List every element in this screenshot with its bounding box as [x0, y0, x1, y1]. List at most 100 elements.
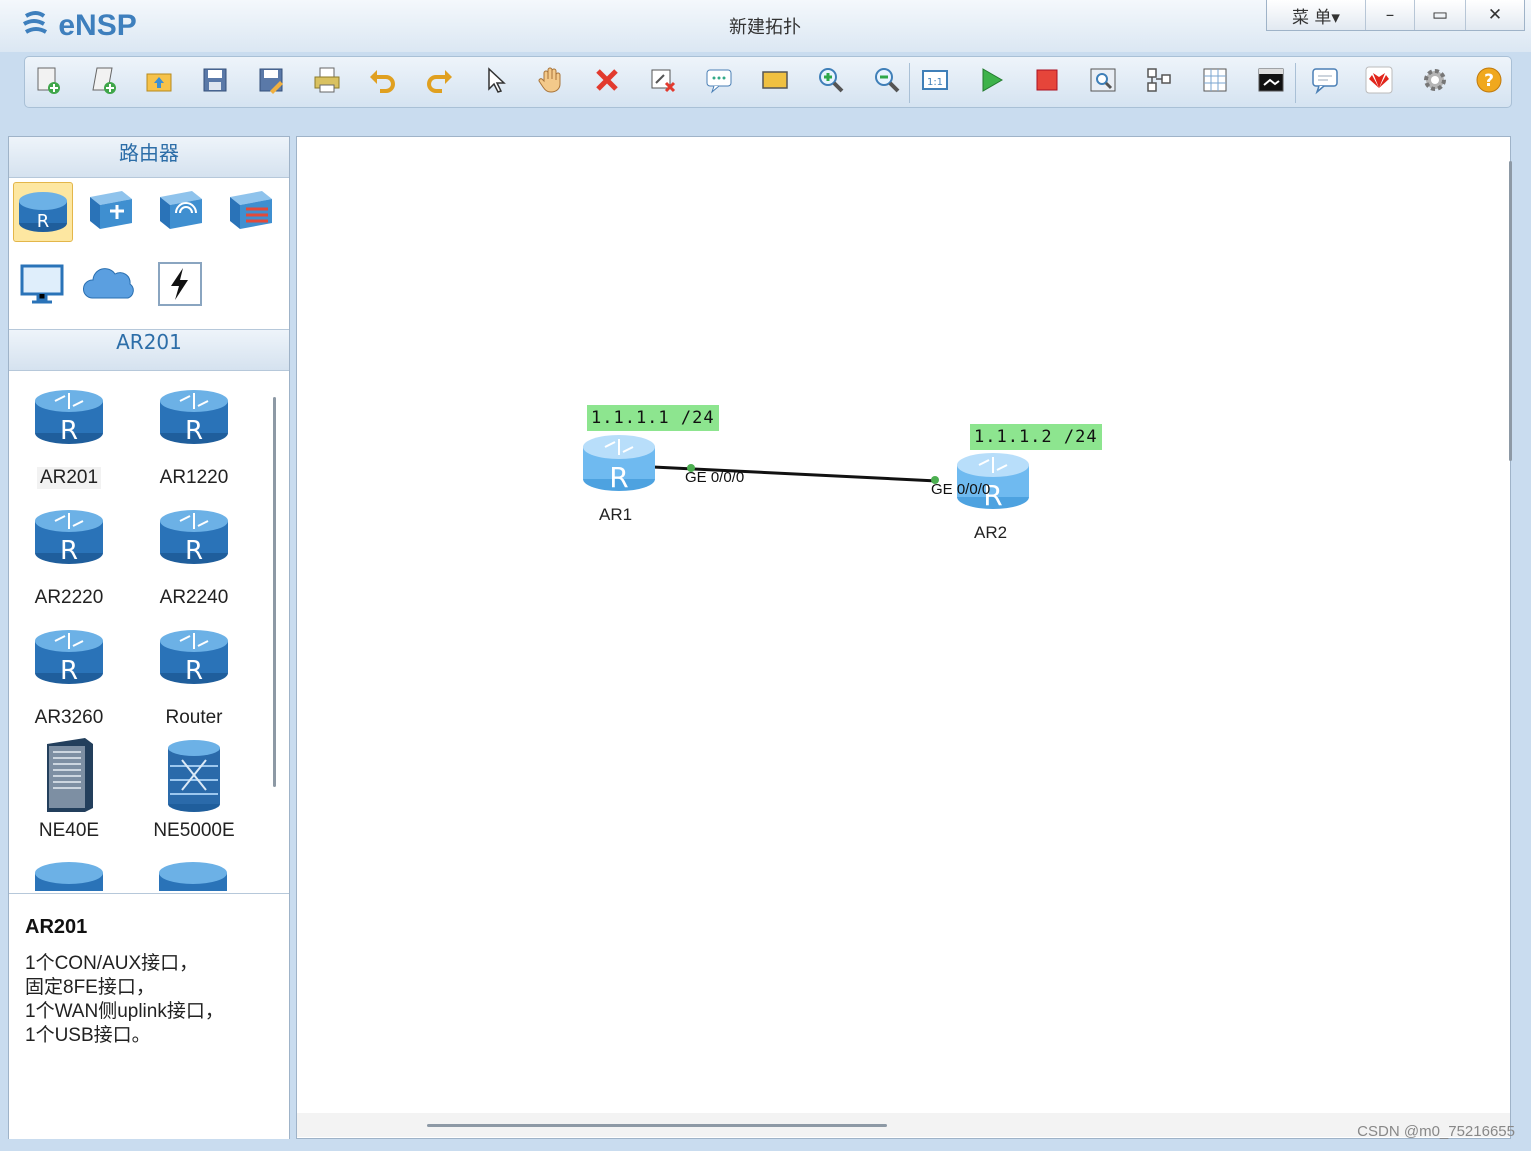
- svg-text:R: R: [185, 536, 203, 566]
- svg-text:1:1: 1:1: [927, 77, 943, 88]
- pc-category-button[interactable]: [13, 257, 71, 315]
- device-ar2240[interactable]: R AR2240: [134, 503, 254, 621]
- delete-button[interactable]: [591, 67, 623, 97]
- print-icon: [312, 65, 342, 99]
- fit-view-button[interactable]: 1:1: [919, 67, 951, 97]
- svg-text:R: R: [60, 536, 78, 566]
- save-button[interactable]: [199, 67, 231, 97]
- menu-button[interactable]: 菜 单▾: [1267, 0, 1365, 30]
- stop-device-icon: [1032, 65, 1062, 99]
- device-ar2220[interactable]: R AR2220: [9, 503, 129, 621]
- help-button[interactable]: ?: [1473, 67, 1505, 97]
- device-ar1220[interactable]: R AR1220: [134, 383, 254, 501]
- device-list-scrollbar[interactable]: [273, 397, 276, 787]
- undo-button[interactable]: [367, 67, 399, 97]
- cable-category-button[interactable]: [151, 257, 209, 315]
- device-ne40e[interactable]: NE40E: [9, 736, 129, 854]
- model-title: AR201: [9, 329, 289, 371]
- new-example-icon: [88, 65, 118, 99]
- rectangle-button[interactable]: [759, 67, 791, 97]
- new-topology-icon: [32, 65, 62, 99]
- save-as-button[interactable]: [255, 67, 287, 97]
- settings-button[interactable]: [1419, 67, 1451, 97]
- device-label: NE40E: [38, 820, 100, 841]
- port-label-ar1: GE 0/0/0: [685, 469, 745, 486]
- close-button[interactable]: ✕: [1465, 0, 1524, 30]
- device-partial[interactable]: [157, 855, 229, 891]
- window-controls: 菜 单▾ – ▭ ✕: [1266, 0, 1525, 31]
- router-node-ar2[interactable]: R: [955, 447, 1035, 513]
- firewall-category-button[interactable]: [221, 182, 279, 240]
- huawei-logo-icon: [1364, 65, 1394, 99]
- text-annotation-button[interactable]: [703, 67, 735, 97]
- device-ar201[interactable]: R AR201: [9, 383, 129, 501]
- capture-button[interactable]: [1087, 67, 1119, 97]
- minimize-button[interactable]: –: [1365, 0, 1414, 30]
- device-label: AR2240: [159, 587, 229, 608]
- device-info-panel: AR201 1个CON/AUX接口， 固定8FE接口， 1个WAN侧uplink…: [9, 893, 289, 1139]
- device-ar3260[interactable]: R AR3260: [9, 623, 129, 741]
- cloud-category-button[interactable]: [81, 257, 139, 315]
- switch-category-icon: [84, 185, 136, 237]
- toolbar-separator: [1295, 63, 1296, 103]
- stop-device-button[interactable]: [1031, 67, 1063, 97]
- redo-button[interactable]: [423, 67, 455, 97]
- svg-text:R: R: [60, 656, 78, 686]
- router-category-button[interactable]: R: [13, 182, 73, 242]
- save-as-icon: [256, 65, 286, 99]
- cli-terminal-button[interactable]: [1255, 67, 1287, 97]
- device-router[interactable]: R Router: [134, 623, 254, 741]
- device-panel: 路由器 R AR201 R AR201 R AR1220 R AR2220 R …: [8, 136, 290, 1139]
- router-icon: R: [955, 453, 1031, 517]
- open-button[interactable]: [143, 67, 175, 97]
- fit-view-icon: 1:1: [920, 65, 950, 99]
- svg-text:R: R: [37, 211, 50, 232]
- wlan-category-icon: [154, 185, 206, 237]
- horizontal-scrollbar[interactable]: [427, 1124, 887, 1127]
- device-info-title: AR201: [25, 916, 88, 938]
- new-example-button[interactable]: [87, 67, 119, 97]
- help-icon: ?: [1474, 65, 1504, 99]
- maximize-button[interactable]: ▭: [1414, 0, 1465, 30]
- rectangle-icon: [760, 65, 790, 99]
- start-device-button[interactable]: [975, 67, 1007, 97]
- huawei-button[interactable]: [1363, 65, 1395, 99]
- new-topology-button[interactable]: [31, 67, 63, 97]
- port-label-ar2: GE 0/0/0: [931, 481, 991, 498]
- grid-button[interactable]: [1199, 67, 1231, 97]
- save-icon: [200, 65, 230, 99]
- pan-button[interactable]: [535, 67, 567, 97]
- chat-button[interactable]: [1309, 67, 1341, 97]
- delete-icon: [592, 65, 622, 99]
- delete-links-icon: [648, 65, 678, 99]
- zoom-in-button[interactable]: [815, 67, 847, 97]
- switch-category-button[interactable]: [81, 182, 139, 240]
- watermark: CSDN @m0_75216655: [1357, 1123, 1515, 1140]
- device-info-line: 1个USB接口。: [25, 1025, 151, 1046]
- device-partial[interactable]: [33, 855, 105, 891]
- topology-canvas[interactable]: 1.1.1.1 /24 R AR1 GE 0/0/0 1.1.1.2 /24 R…: [296, 136, 1512, 1139]
- print-button[interactable]: [311, 67, 343, 97]
- start-device-icon: [976, 65, 1006, 99]
- device-ne5000e[interactable]: NE5000E: [134, 736, 254, 854]
- delete-links-button[interactable]: [647, 67, 679, 97]
- zoom-out-button[interactable]: [871, 67, 903, 97]
- device-label: AR3260: [34, 707, 104, 728]
- cli-terminal-icon: [1256, 65, 1286, 99]
- device-label: Router: [165, 707, 223, 728]
- router-icon: R: [581, 435, 657, 499]
- category-title: 路由器: [9, 137, 289, 178]
- topology-button[interactable]: [1143, 67, 1175, 97]
- zoom-out-icon: [872, 65, 902, 99]
- svg-text:?: ?: [1484, 71, 1494, 91]
- device-label: AR201: [37, 467, 101, 489]
- redo-icon: [424, 65, 454, 99]
- undo-icon: [368, 65, 398, 99]
- ip-label-ar1[interactable]: 1.1.1.1 /24: [587, 405, 719, 431]
- toolbar-separator: [909, 63, 910, 103]
- wlan-category-button[interactable]: [151, 182, 209, 240]
- router-node-ar1[interactable]: R: [581, 429, 661, 495]
- select-button[interactable]: [479, 67, 511, 97]
- vertical-scrollbar[interactable]: [1509, 161, 1512, 461]
- main-toolbar: 1:1 ?: [24, 56, 1512, 108]
